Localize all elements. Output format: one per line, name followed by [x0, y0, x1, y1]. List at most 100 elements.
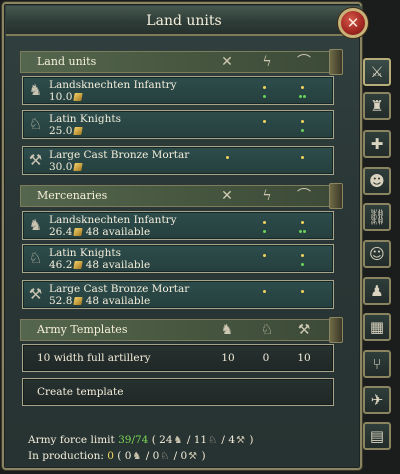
paren-close: ) — [201, 450, 206, 462]
paren-open: ( — [117, 450, 122, 462]
window-title: Land units — [6, 6, 362, 36]
production-value: 0 — [107, 450, 114, 462]
cavalry-count: 11 — [193, 434, 208, 446]
cannon-icon: ⚒ — [28, 151, 43, 169]
cavalry-icon: ♘ — [160, 451, 170, 462]
unit-name: Landsknechten Infantry — [49, 214, 177, 226]
available-count: 48 available — [85, 259, 151, 271]
dot-indicator — [263, 290, 266, 293]
template-infantry-count: 10 — [221, 352, 235, 364]
separator: / — [186, 434, 191, 446]
dot-indicator — [301, 120, 304, 123]
available-count: 48 available — [85, 226, 151, 238]
split-icon[interactable]: ⑂ — [363, 350, 391, 378]
force-limit-line: Army force limit 39/74 ( 24♞ / 11♘ / 4⚒ … — [28, 434, 253, 446]
separator: / — [221, 434, 225, 446]
dot-indicator — [303, 230, 306, 233]
leader-icon[interactable]: ☻ — [363, 167, 391, 195]
cavalry-icon: ♘ — [260, 322, 274, 338]
lightning-icon: ϟ — [262, 54, 272, 70]
dot-indicator — [263, 120, 266, 123]
unit-name: Large Cast Bronze Mortar — [49, 149, 190, 161]
land-units-title: Land units — [37, 55, 97, 68]
dove-icon[interactable]: ✈ — [363, 386, 391, 414]
create-template-button[interactable]: Create template — [22, 378, 334, 406]
production-label: In production: — [28, 450, 104, 462]
prod-infantry-count: 0 — [124, 450, 132, 462]
paren-close: ) — [249, 434, 254, 446]
infantry-icon: ♞ — [132, 451, 142, 462]
close-icon[interactable]: ✕ — [338, 8, 368, 38]
add-unit-icon[interactable]: ✚ — [363, 130, 391, 158]
mercenary-row-infantry[interactable]: ♞ Landsknechten Infantry 26.4 48 availab… — [22, 211, 334, 240]
cost-value: 10.0 — [49, 91, 73, 103]
horn-icon: ⌒ — [297, 54, 311, 70]
territory-map-icon[interactable]: ▤ — [363, 422, 391, 450]
ducats-icon — [73, 228, 84, 236]
fortress-icon[interactable]: ♜ — [363, 92, 391, 120]
dot-indicator — [301, 156, 304, 159]
mercenary-row-artillery[interactable]: ⚒ Large Cast Bronze Mortar 52.8 48 avail… — [22, 280, 334, 309]
lightning-icon: ϟ — [262, 188, 272, 204]
land-unit-row-cavalry[interactable]: ♘ Latin Knights 25.0 — [22, 110, 334, 139]
map-icon[interactable]: ▦ — [363, 313, 391, 341]
soldier-icon[interactable]: ♟ — [363, 277, 391, 305]
land-units-panel: Land units Land units ✕ ϟ ⌒ ♞ Landsknech… — [2, 2, 362, 470]
cost-value: 30.0 — [49, 161, 73, 173]
mercenaries-title: Mercenaries — [37, 189, 108, 202]
dot-indicator — [263, 86, 266, 89]
force-limit-label: Army force limit — [28, 434, 115, 446]
crossed-swords-icon: ✕ — [221, 54, 233, 70]
unit-name: Latin Knights — [49, 247, 121, 259]
template-row[interactable]: 10 width full artillery 10 0 10 — [22, 344, 334, 372]
prod-artillery-count: 0 — [180, 450, 188, 462]
unit-cost: 46.2 48 available — [49, 259, 150, 271]
crossed-swords-icon: ✕ — [221, 188, 233, 204]
dot-indicator — [299, 95, 302, 98]
dot-indicator — [301, 263, 304, 266]
production-line: In production: 0 ( 0♞ / 0♘ / 0⚒ ) — [28, 450, 206, 462]
header-cap — [329, 317, 343, 343]
separator: / — [173, 450, 178, 462]
cannon-icon: ⚒ — [188, 451, 198, 462]
header-cap — [329, 49, 343, 75]
ducats-icon — [73, 163, 84, 171]
cavalry-icon: ♘ — [208, 435, 218, 446]
cost-value: 52.8 — [49, 295, 73, 307]
army-templates-title: Army Templates — [37, 323, 128, 336]
theater-icon[interactable]: ☺ — [363, 240, 391, 268]
create-template-label: Create template — [37, 386, 124, 398]
artillery-count: 4 — [228, 434, 235, 446]
unit-name: Latin Knights — [49, 113, 121, 125]
infantry-icon: ♞ — [173, 435, 183, 446]
prod-cavalry-count: 0 — [152, 450, 160, 462]
paren-open: ( — [151, 434, 156, 446]
dot-indicator — [263, 221, 266, 224]
cost-value: 25.0 — [49, 125, 73, 137]
chain-icon[interactable]: ⛓ — [363, 203, 391, 231]
land-unit-row-infantry[interactable]: ♞ Landsknechten Infantry 10.0 — [22, 76, 334, 105]
unit-cost: 52.8 48 available — [49, 295, 150, 307]
horn-icon: ⌒ — [297, 188, 311, 204]
land-unit-row-artillery[interactable]: ⚒ Large Cast Bronze Mortar 30.0 — [22, 146, 334, 175]
infantry-icon: ♞ — [28, 216, 43, 234]
unit-name: Landsknechten Infantry — [49, 79, 177, 91]
dot-indicator — [301, 290, 304, 293]
separator: / — [145, 450, 150, 462]
army-icon[interactable]: ⚔ — [363, 58, 391, 86]
cannon-icon: ⚒ — [28, 285, 43, 303]
template-cavalry-count: 0 — [262, 352, 270, 364]
cavalry-icon: ♘ — [28, 249, 43, 267]
cavalry-icon: ♘ — [28, 115, 43, 133]
cost-value: 46.2 — [49, 259, 73, 271]
army-templates-header: Army Templates ♞ ♘ ⚒ — [20, 317, 343, 343]
dot-indicator — [301, 221, 304, 224]
header-cap — [329, 183, 343, 209]
cannon-icon: ⚒ — [297, 322, 311, 338]
dot-indicator — [263, 254, 266, 257]
mercenary-row-cavalry[interactable]: ♘ Latin Knights 46.2 48 available — [22, 244, 334, 273]
dot-indicator — [301, 129, 304, 132]
unit-name: Large Cast Bronze Mortar — [49, 283, 190, 295]
template-artillery-count: 10 — [297, 352, 311, 364]
dot-indicator — [299, 230, 302, 233]
